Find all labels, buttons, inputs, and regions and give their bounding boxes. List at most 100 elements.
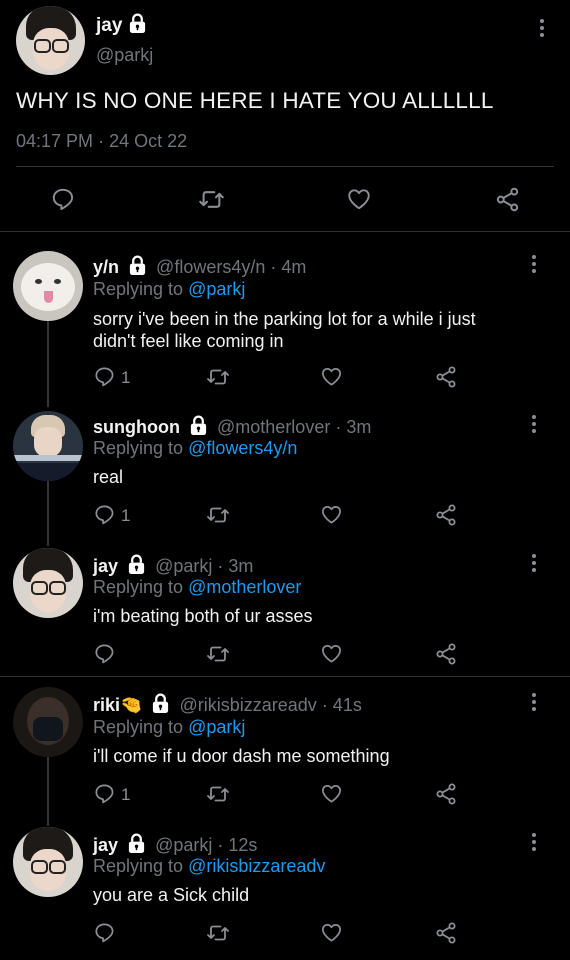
reply-icon[interactable] xyxy=(93,782,116,805)
reply-icon[interactable] xyxy=(93,365,116,388)
author-name[interactable]: sunghoon xyxy=(93,417,180,437)
heart-icon[interactable] xyxy=(320,921,343,944)
author-handle[interactable]: @rikisbizzareadv xyxy=(179,695,316,715)
lock-icon xyxy=(128,255,147,276)
replying-to-link[interactable]: @flowers4y/n xyxy=(188,438,297,458)
replying-to-link[interactable]: @motherlover xyxy=(188,577,301,597)
reply-icon[interactable] xyxy=(93,642,116,665)
more-icon[interactable] xyxy=(531,693,537,714)
author-name[interactable]: riki xyxy=(93,695,120,715)
reply-count: 1 xyxy=(121,368,131,387)
share-icon[interactable] xyxy=(434,503,458,527)
lock-icon xyxy=(189,415,208,436)
heart-icon[interactable] xyxy=(320,365,343,388)
avatar[interactable] xyxy=(16,6,85,75)
replying-to-link[interactable]: @rikisbizzareadv xyxy=(188,856,325,876)
heart-icon[interactable] xyxy=(320,503,343,526)
sunghoon-avatar[interactable] xyxy=(13,411,83,481)
reply-header: sunghoon @motherlover · 3m xyxy=(93,415,371,438)
lock-icon xyxy=(151,693,170,714)
divider xyxy=(0,231,570,232)
replying-to-label: Replying to xyxy=(93,856,184,876)
lock-icon xyxy=(128,13,147,34)
more-icon[interactable] xyxy=(531,415,537,436)
reply-count: 1 xyxy=(121,785,131,804)
author-handle[interactable]: @motherlover xyxy=(217,417,330,437)
reply-icon[interactable] xyxy=(93,921,116,944)
retweet-icon[interactable] xyxy=(206,782,230,806)
more-icon[interactable] xyxy=(531,833,537,854)
share-icon[interactable] xyxy=(494,186,521,213)
replying-to: Replying to @flowers4y/n xyxy=(93,438,297,459)
author-handle[interactable]: @parkj xyxy=(96,45,153,66)
riki-avatar[interactable] xyxy=(13,687,83,757)
reply-header: y/n @flowers4y/n · 4m xyxy=(93,255,306,278)
reply-text-line: sorry i've been in the parking lot for a… xyxy=(93,309,476,329)
divider xyxy=(16,166,554,167)
reply-icon[interactable] xyxy=(93,503,116,526)
replying-to: Replying to @parkj xyxy=(93,717,245,738)
thread-line xyxy=(47,757,49,826)
author-name[interactable]: jay xyxy=(93,556,118,576)
retweet-icon[interactable] xyxy=(206,921,230,945)
share-icon[interactable] xyxy=(434,782,458,806)
lock-icon xyxy=(127,833,146,854)
more-icon[interactable] xyxy=(531,255,537,276)
reply-text: real xyxy=(93,467,124,487)
reply-text: i'm beating both of ur asses xyxy=(93,606,313,626)
reply-header: riki🤏 @rikisbizzareadv · 41s xyxy=(93,693,362,716)
replying-to-link[interactable]: @parkj xyxy=(188,717,245,737)
author-name[interactable]: jay xyxy=(93,835,118,855)
replying-to: Replying to @rikisbizzareadv xyxy=(93,856,325,877)
retweet-icon[interactable] xyxy=(206,642,230,666)
reply-time: · 4m xyxy=(270,257,307,277)
reply-header: jay @parkj · 12s xyxy=(93,833,257,856)
reply-text: you are a Sick child xyxy=(93,885,250,905)
more-icon[interactable] xyxy=(531,554,537,575)
author-name[interactable]: jay xyxy=(96,15,122,36)
reply-time: · 3m xyxy=(335,417,372,437)
reply-time: · 12s xyxy=(217,835,258,855)
author-name[interactable]: y/n xyxy=(93,257,119,277)
reply-icon[interactable] xyxy=(50,186,76,212)
jay-avatar[interactable] xyxy=(13,548,83,618)
lock-icon xyxy=(127,554,146,575)
replying-to: Replying to @motherlover xyxy=(93,577,301,598)
reply-text-line: didn't feel like coming in xyxy=(93,331,284,351)
author-handle[interactable]: @flowers4y/n xyxy=(156,257,265,277)
author-handle[interactable]: @parkj xyxy=(155,556,212,576)
tweet-date: 24 Oct 22 xyxy=(109,131,188,151)
more-icon[interactable] xyxy=(539,19,545,40)
retweet-icon[interactable] xyxy=(198,186,225,213)
replying-to: Replying to @parkj xyxy=(93,279,245,300)
replying-to-link[interactable]: @parkj xyxy=(188,279,245,299)
separator: · xyxy=(98,131,105,151)
replying-to-label: Replying to xyxy=(93,717,184,737)
author-handle[interactable]: @parkj xyxy=(155,835,212,855)
share-icon[interactable] xyxy=(434,365,458,389)
heart-icon[interactable] xyxy=(346,186,372,212)
replying-to-label: Replying to xyxy=(93,279,184,299)
reply-text: i'll come if u door dash me something xyxy=(93,746,390,766)
share-icon[interactable] xyxy=(434,921,458,945)
author-line: jay xyxy=(96,13,147,37)
heart-icon[interactable] xyxy=(320,782,343,805)
thread-line xyxy=(47,481,49,546)
replying-to-label: Replying to xyxy=(93,577,184,597)
reply-time: · 3m xyxy=(217,556,254,576)
reply-text: sorry i've been in the parking lot for a… xyxy=(93,308,476,352)
reply-time: · 41s xyxy=(321,695,362,715)
jay-avatar[interactable] xyxy=(13,827,83,897)
tweet-time: 04:17 PM xyxy=(16,131,94,151)
retweet-icon[interactable] xyxy=(206,365,230,389)
name-emoji: 🤏 xyxy=(120,695,143,715)
replying-to-label: Replying to xyxy=(93,438,184,458)
cat-avatar[interactable] xyxy=(13,251,83,321)
divider xyxy=(0,676,570,677)
share-icon[interactable] xyxy=(434,642,458,666)
tweet-timestamp[interactable]: 04:17 PM · 24 Oct 22 xyxy=(16,131,187,152)
retweet-icon[interactable] xyxy=(206,503,230,527)
heart-icon[interactable] xyxy=(320,642,343,665)
reply-header: jay @parkj · 3m xyxy=(93,554,253,577)
reply-count: 1 xyxy=(121,506,131,525)
